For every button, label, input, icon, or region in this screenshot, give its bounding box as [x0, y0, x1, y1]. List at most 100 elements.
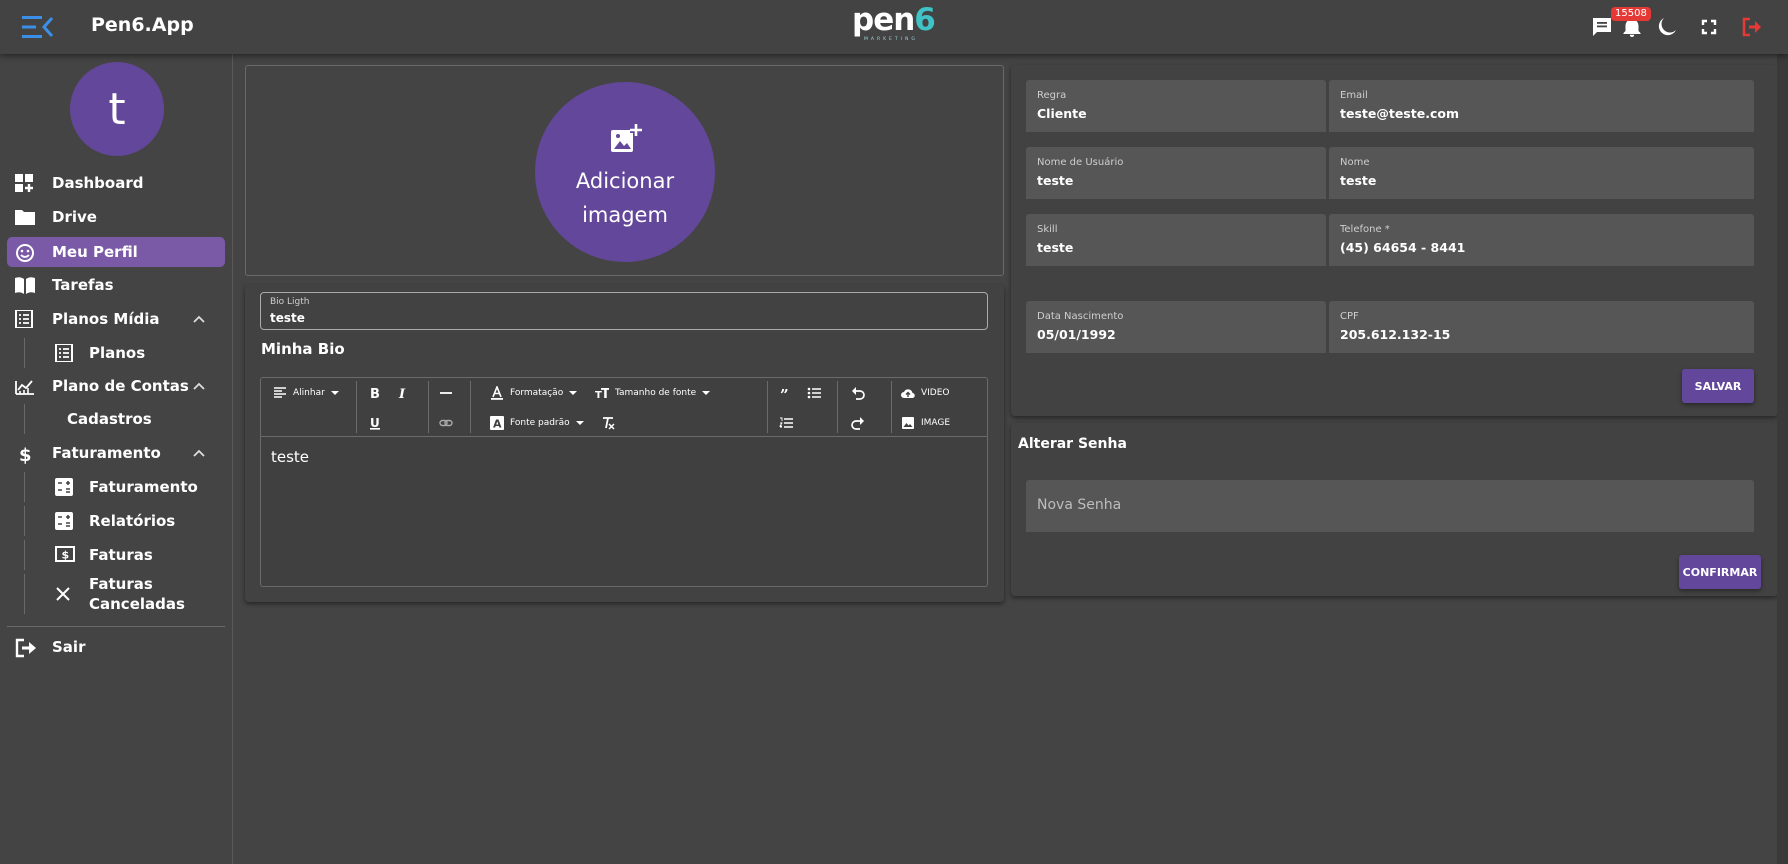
calculator-icon — [55, 512, 75, 530]
undo-button[interactable] — [851, 383, 865, 403]
sidebar-item-cadastros[interactable]: Cadastros — [24, 404, 224, 434]
font-family-dropdown[interactable]: A Fonte padrão — [490, 413, 584, 433]
bio-card: Bio Ligth teste Minha Bio Alinhar B I U — [245, 285, 1004, 602]
caret-down-icon — [330, 391, 339, 395]
skill-value: teste — [1037, 240, 1074, 255]
redo-button[interactable] — [851, 413, 865, 433]
profile-card: Regra Cliente Email teste@teste.com Nome… — [1011, 65, 1778, 416]
svg-text:A: A — [493, 418, 502, 431]
sidebar-item-meu-perfil[interactable]: Meu Perfil — [7, 237, 225, 267]
username-field[interactable]: Nome de Usuário teste — [1026, 147, 1326, 199]
video-label: VIDEO — [921, 388, 950, 398]
blockquote-button[interactable]: ” — [779, 383, 793, 403]
svg-text:I: I — [398, 387, 406, 400]
confirm-button[interactable]: CONFIRMAR — [1679, 555, 1761, 589]
sidebar-item-label: Faturas — [89, 546, 153, 564]
sidebar-divider — [7, 626, 225, 627]
insert-image-button[interactable]: IMAGE — [901, 413, 950, 433]
role-label: Regra — [1037, 90, 1067, 101]
sidebar-item-faturas-canceladas[interactable]: Faturas Canceladas — [24, 574, 224, 614]
email-label: Email — [1340, 90, 1368, 101]
underline-icon: U — [370, 416, 380, 430]
add-image-label-line1: Adicionar — [575, 169, 675, 193]
sidebar-item-label: Faturas — [89, 575, 153, 593]
add-photo-icon — [609, 122, 643, 156]
calculator-icon — [55, 478, 75, 496]
chart-line-icon — [15, 377, 35, 395]
rich-text-editor: Alinhar B I U Formatação T T Tamanho de … — [260, 377, 988, 587]
cpf-label: CPF — [1340, 311, 1359, 322]
sidebar-item-planos-midia[interactable]: Planos Mídia — [7, 304, 225, 334]
dashboard-icon — [15, 174, 35, 192]
toolbar-separator — [837, 381, 838, 433]
page-scrollbar[interactable] — [1777, 54, 1788, 864]
username-value: teste — [1037, 173, 1074, 188]
email-field[interactable]: Email teste@teste.com — [1329, 80, 1754, 132]
birth-date-value: 05/01/1992 — [1037, 327, 1116, 342]
brand-logo[interactable]: pen6 MARKETING — [852, 5, 936, 43]
horizontal-rule-icon — [440, 392, 452, 394]
sidebar-item-planos[interactable]: Planos — [24, 338, 224, 368]
format-dropdown[interactable]: Formatação — [490, 383, 578, 403]
avatar[interactable]: t — [70, 62, 164, 156]
bio-light-field[interactable]: Bio Ligth teste — [260, 292, 988, 330]
redo-icon — [851, 417, 864, 430]
insert-video-button[interactable]: VIDEO — [901, 383, 950, 403]
theme-moon-icon[interactable] — [1655, 15, 1679, 39]
sidebar-item-faturamento-group[interactable]: $ Faturamento — [7, 438, 225, 468]
top-bar: Pen6.App pen6 MARKETING 15508 — [0, 0, 1788, 54]
clear-format-button[interactable] — [601, 413, 615, 433]
caret-down-icon — [569, 391, 578, 395]
money-icon: $ — [55, 546, 75, 564]
font-family-label: Fonte padrão — [510, 418, 570, 428]
new-password-field[interactable]: Nova Senha — [1026, 480, 1754, 532]
editor-toolbar: Alinhar B I U Formatação T T Tamanho de … — [261, 378, 987, 437]
align-dropdown[interactable]: Alinhar — [273, 383, 339, 403]
sidebar-item-relatorios[interactable]: Relatórios — [24, 506, 224, 536]
numbered-list-button[interactable] — [779, 413, 793, 433]
sidebar-item-tarefas[interactable]: Tarefas — [7, 270, 225, 300]
link-button[interactable] — [439, 413, 453, 433]
save-button[interactable]: SALVAR — [1682, 369, 1754, 403]
close-icon — [55, 586, 75, 604]
align-left-icon — [274, 387, 286, 398]
role-value: Cliente — [1037, 106, 1087, 121]
editor-content[interactable]: teste — [271, 448, 309, 466]
svg-text:”: ” — [780, 386, 789, 400]
bold-button[interactable]: B — [368, 383, 382, 403]
italic-icon: I — [398, 387, 406, 400]
sidebar-item-faturamento[interactable]: Faturamento — [24, 472, 224, 502]
change-password-title: Alterar Senha — [1018, 436, 1127, 452]
add-image-button[interactable]: Adicionar imagem — [535, 82, 715, 262]
name-field[interactable]: Nome teste — [1329, 147, 1754, 199]
horizontal-rule-button[interactable] — [439, 383, 453, 403]
role-field[interactable]: Regra Cliente — [1026, 80, 1326, 132]
chevron-up-icon[interactable] — [193, 380, 205, 392]
chevron-up-icon[interactable] — [193, 313, 205, 325]
svg-text:$: $ — [62, 549, 70, 562]
fullscreen-icon[interactable] — [1697, 15, 1721, 39]
sidebar-item-dashboard[interactable]: Dashboard — [7, 168, 225, 198]
sidebar-item-faturas[interactable]: $ Faturas — [24, 540, 224, 570]
birth-date-label: Data Nascimento — [1037, 311, 1124, 322]
svg-text:U: U — [370, 416, 380, 430]
italic-button[interactable]: I — [396, 383, 410, 403]
toolbar-separator — [891, 381, 892, 433]
sidebar-item-drive[interactable]: Drive — [7, 202, 225, 232]
font-size-dropdown[interactable]: TT Tamanho de fonte — [595, 383, 711, 403]
underline-button[interactable]: U — [368, 413, 382, 433]
menu-toggle-icon[interactable] — [22, 14, 54, 40]
sidebar-item-plano-de-contas[interactable]: Plano de Contas — [7, 371, 225, 401]
add-image-label-line2: imagem — [582, 203, 668, 227]
logout-icon[interactable] — [1740, 15, 1764, 39]
phone-field[interactable]: Telefone * (45) 64654 - 8441 — [1329, 214, 1754, 266]
align-label: Alinhar — [293, 388, 325, 398]
chevron-up-icon[interactable] — [193, 447, 205, 459]
sidebar-item-sair[interactable]: Sair — [7, 632, 225, 662]
folder-icon — [15, 208, 35, 226]
cpf-field[interactable]: CPF 205.612.132-15 — [1329, 301, 1754, 353]
skill-field[interactable]: Skill teste — [1026, 214, 1326, 266]
font-size-label: Tamanho de fonte — [615, 388, 697, 398]
bullet-list-button[interactable] — [807, 383, 821, 403]
birth-date-field[interactable]: Data Nascimento 05/01/1992 — [1026, 301, 1326, 353]
